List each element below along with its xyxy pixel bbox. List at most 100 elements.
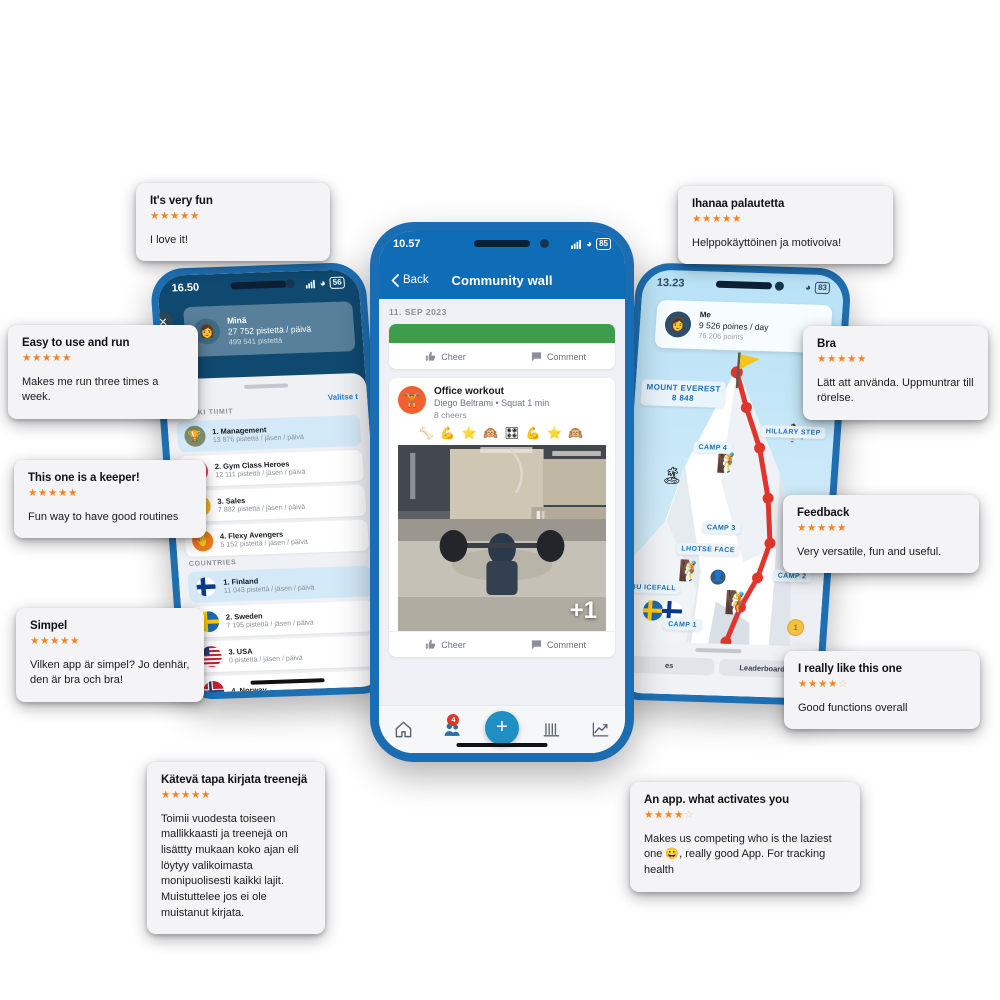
review-title: I really like this one	[798, 663, 902, 675]
signal-icon	[571, 239, 582, 249]
review-title: Kätevä tapa kirjata treenejä	[161, 774, 308, 786]
center-status-time: 10.57	[393, 238, 421, 250]
front-camera-dot	[540, 239, 549, 248]
center-phone-screen: 10.57 ◕ 85 Community wall Back 11. SEP 2…	[379, 231, 625, 753]
left-status-icons: ◕ 56	[305, 276, 346, 290]
review-card[interactable]: Bra ★★★★★ Lätt att använda. Uppmuntrar t…	[803, 326, 988, 421]
post-photo[interactable]: +1	[398, 445, 606, 631]
center-status-icons: ◕ 85	[571, 238, 611, 250]
left-status-time: 16.50	[171, 281, 200, 295]
nav-row: Community wall Back	[379, 265, 625, 295]
tab-add[interactable]: +	[477, 710, 526, 745]
feed-card-top: Cheer Comment	[389, 324, 615, 369]
review-title: This one is a keeper!	[28, 472, 140, 484]
signal-icon	[305, 279, 316, 289]
review-card[interactable]: It's very fun ★★★★★ I love it!	[136, 183, 330, 262]
cheer-button[interactable]: Cheer	[389, 639, 502, 650]
photo-count-overlay: +1	[569, 597, 597, 624]
stats-icon	[592, 722, 609, 737]
tab-home[interactable]	[379, 720, 428, 739]
sheet-grab-handle[interactable]	[694, 647, 741, 654]
review-card[interactable]: An app. what activates you ★★★★☆ Makes u…	[630, 782, 860, 892]
star-rating: ★★★★☆	[644, 809, 695, 822]
speaker-pill	[474, 240, 530, 247]
review-body: Makes us competing who is the laziest on…	[644, 832, 832, 877]
review-body: Makes me run three times a week.	[22, 375, 159, 404]
review-title: Easy to use and run	[22, 337, 130, 349]
list-item[interactable]: 3. USA 0 pistettä / jäsen / päivä	[192, 635, 378, 673]
comment-label: Comment	[546, 351, 586, 362]
review-card[interactable]: Easy to use and run ★★★★★ Makes me run t…	[8, 325, 198, 420]
thumbs-up-icon	[426, 351, 436, 361]
map-label-camp-4[interactable]: CAMP 4	[693, 440, 733, 455]
review-title: Simpel	[30, 620, 68, 632]
cheer-button[interactable]: Cheer	[389, 351, 502, 362]
map-label-camp-1[interactable]: CAMP 1	[662, 617, 703, 632]
right-status-icons: ◕ 83	[804, 281, 831, 295]
map-label-altitude: 8 848	[671, 393, 695, 403]
review-title: It's very fun	[150, 195, 213, 207]
star-rating: ★★★★★	[797, 522, 848, 535]
avatar: 👩	[664, 311, 692, 338]
comment-button[interactable]: Comment	[502, 639, 615, 650]
review-body: Helppokäyttöinen ja motivoiva!	[692, 236, 842, 249]
star-rating: ★★★★★	[30, 635, 81, 648]
review-title: Feedback	[797, 507, 850, 519]
post-header: 🏋 Office workout Diego Beltrami • Squat …	[389, 378, 615, 424]
review-card[interactable]: Simpel ★★★★★ Vilken app är simpel? Jo de…	[16, 608, 204, 703]
star-rating: ★★★★★	[22, 352, 73, 365]
climber-icon: 🧗	[678, 560, 705, 584]
review-body: Lätt att använda. Uppmuntrar till rörels…	[817, 376, 974, 405]
country-score: 0 pistettä / jäsen / päivä	[228, 654, 303, 665]
library-icon	[543, 723, 560, 737]
list-item[interactable]: 🏅 3. Sales 7 882 pistettä / jäsen / päiv…	[181, 484, 367, 523]
map-label-lhotse-face[interactable]: LHOTSE FACE	[675, 542, 741, 557]
battery-indicator: 85	[596, 238, 611, 250]
list-item[interactable]: 1. Finland 11 043 pistettä / jäsen / päi…	[187, 565, 373, 603]
review-body: Good functions overall	[798, 701, 908, 714]
star-rating: ★★★★★	[150, 210, 201, 223]
climber-icon: 🏝	[660, 465, 684, 486]
review-body: I love it!	[150, 233, 188, 246]
flag-norway-icon	[202, 681, 225, 693]
wifi-icon: ◕	[319, 277, 327, 289]
comment-button[interactable]: Comment	[502, 351, 615, 362]
back-button[interactable]: Back	[391, 273, 429, 287]
plus-icon[interactable]: +	[485, 710, 519, 745]
progress-bar	[389, 324, 615, 343]
promo-collage: 16.50 ◕ 56 ✕ 👩 Minä 27 752 pistettä / pä…	[0, 0, 1000, 1000]
map-label-mount-everest[interactable]: MOUNT EVEREST 8 848	[640, 379, 727, 408]
battery-indicator: 83	[814, 281, 831, 295]
map-label-hillary-step[interactable]: HILLARY STEP	[760, 425, 827, 440]
weightlifter-icon: 🏋	[398, 386, 426, 414]
post-reactions[interactable]: 🦴 💪 ⭐ 🙉 🎛 💪 ⭐ 🙉	[389, 424, 615, 445]
my-score-card[interactable]: 👩 Minä 27 752 pistettä / päivä 499 541 p…	[183, 301, 356, 358]
list-item[interactable]: 🏆 1. Management 13 876 pistettä / jäsen …	[176, 414, 362, 453]
map-label-camp-3[interactable]: CAMP 3	[701, 521, 742, 535]
tab-challenges[interactable]: es	[623, 655, 715, 676]
back-label: Back	[403, 274, 429, 286]
post-cheer-count: 8 cheers	[434, 410, 467, 420]
sheet-grab-handle[interactable]	[243, 383, 288, 390]
list-item[interactable]: 🏋 2. Gym Class Heroes 12 111 pistettä / …	[178, 449, 365, 488]
star-rating: ★★★★★	[817, 353, 868, 366]
battery-indicator: 56	[329, 276, 346, 290]
wifi-icon: ◕	[586, 238, 593, 250]
tab-library[interactable]	[527, 720, 576, 739]
review-card[interactable]: This one is a keeper! ★★★★★ Fun way to h…	[14, 460, 206, 539]
feed-card-post: 🏋 Office workout Diego Beltrami • Squat …	[389, 378, 615, 657]
tab-friends[interactable]: 4	[428, 714, 477, 739]
phone-center-community-wall: 10.57 ◕ 85 Community wall Back 11. SEP 2…	[370, 222, 634, 762]
review-title: Ihanaa palautetta	[692, 198, 785, 210]
wifi-icon: ◕	[804, 281, 812, 294]
tab-stats[interactable]	[576, 720, 625, 739]
post-subtitle: Diego Beltrami • Squat 1 min	[434, 398, 550, 408]
review-card[interactable]: Kätevä tapa kirjata treenejä ★★★★★ Toimi…	[147, 762, 325, 935]
home-icon	[395, 721, 412, 738]
comment-label: Comment	[546, 639, 586, 650]
review-card[interactable]: Ihanaa palautetta ★★★★★ Helppokäyttöinen…	[678, 186, 893, 265]
list-item[interactable]: 🤚 4. Flexy Avengers 5 152 pistettä / jäs…	[184, 519, 370, 557]
review-card[interactable]: I really like this one ★★★★☆ Good functi…	[784, 651, 980, 730]
review-card[interactable]: Feedback ★★★★★ Very versatile, fun and u…	[783, 495, 979, 574]
list-item[interactable]: 2. Sweden 7 195 pistettä / jäsen / päivä	[189, 600, 376, 638]
